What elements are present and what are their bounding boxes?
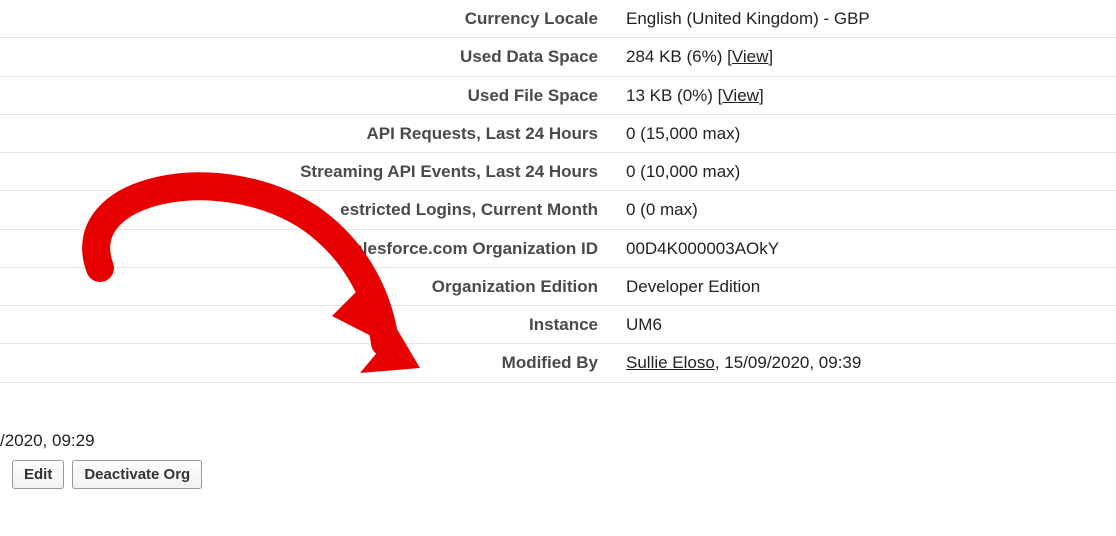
label-used-file-space: Used File Space	[0, 76, 612, 114]
value-used-file-space: 13 KB (0%) [View]	[612, 76, 1116, 114]
label-restricted-logins: estricted Logins, Current Month	[0, 191, 612, 229]
view-file-space-link[interactable]: View	[722, 86, 759, 105]
modified-by-date: , 15/09/2020, 09:39	[715, 353, 862, 372]
detail-button-row: Edit Deactivate Org	[12, 460, 202, 489]
value-modified-by: Sullie Eloso, 15/09/2020, 09:39	[612, 344, 1116, 382]
row-streaming-api-events: Streaming API Events, Last 24 Hours 0 (1…	[0, 153, 1116, 191]
label-currency-locale: Currency Locale	[0, 0, 612, 38]
row-organization-id: Salesforce.com Organization ID 00D4K0000…	[0, 229, 1116, 267]
row-modified-by: Modified By Sullie Eloso, 15/09/2020, 09…	[0, 344, 1116, 382]
view-data-space-link[interactable]: View	[732, 47, 769, 66]
label-api-requests: API Requests, Last 24 Hours	[0, 114, 612, 152]
value-api-requests: 0 (15,000 max)	[612, 114, 1116, 152]
row-organization-edition: Organization Edition Developer Edition	[0, 267, 1116, 305]
label-organization-id: Salesforce.com Organization ID	[0, 229, 612, 267]
label-modified-by: Modified By	[0, 344, 612, 382]
label-used-data-space: Used Data Space	[0, 38, 612, 76]
row-used-data-space: Used Data Space 284 KB (6%) [View]	[0, 38, 1116, 76]
row-instance: Instance UM6	[0, 306, 1116, 344]
partial-created-by-date: /2020, 09:29	[0, 431, 95, 451]
row-currency-locale: Currency Locale English (United Kingdom)…	[0, 0, 1116, 38]
value-instance: UM6	[612, 306, 1116, 344]
label-organization-edition: Organization Edition	[0, 267, 612, 305]
value-streaming-api-events: 0 (10,000 max)	[612, 153, 1116, 191]
row-api-requests: API Requests, Last 24 Hours 0 (15,000 ma…	[0, 114, 1116, 152]
value-restricted-logins: 0 (0 max)	[612, 191, 1116, 229]
label-streaming-api-events: Streaming API Events, Last 24 Hours	[0, 153, 612, 191]
used-data-space-text: 284 KB (6%)	[626, 47, 727, 66]
used-file-space-text: 13 KB (0%)	[626, 86, 718, 105]
edit-button[interactable]: Edit	[12, 460, 64, 489]
org-detail-table: Currency Locale English (United Kingdom)…	[0, 0, 1116, 383]
value-used-data-space: 284 KB (6%) [View]	[612, 38, 1116, 76]
row-used-file-space: Used File Space 13 KB (0%) [View]	[0, 76, 1116, 114]
value-organization-id: 00D4K000003AOkY	[612, 229, 1116, 267]
label-instance: Instance	[0, 306, 612, 344]
value-currency-locale: English (United Kingdom) - GBP	[612, 0, 1116, 38]
deactivate-org-button[interactable]: Deactivate Org	[72, 460, 202, 489]
value-organization-edition: Developer Edition	[612, 267, 1116, 305]
modified-by-user-link[interactable]: Sullie Eloso	[626, 353, 715, 372]
row-restricted-logins: estricted Logins, Current Month 0 (0 max…	[0, 191, 1116, 229]
